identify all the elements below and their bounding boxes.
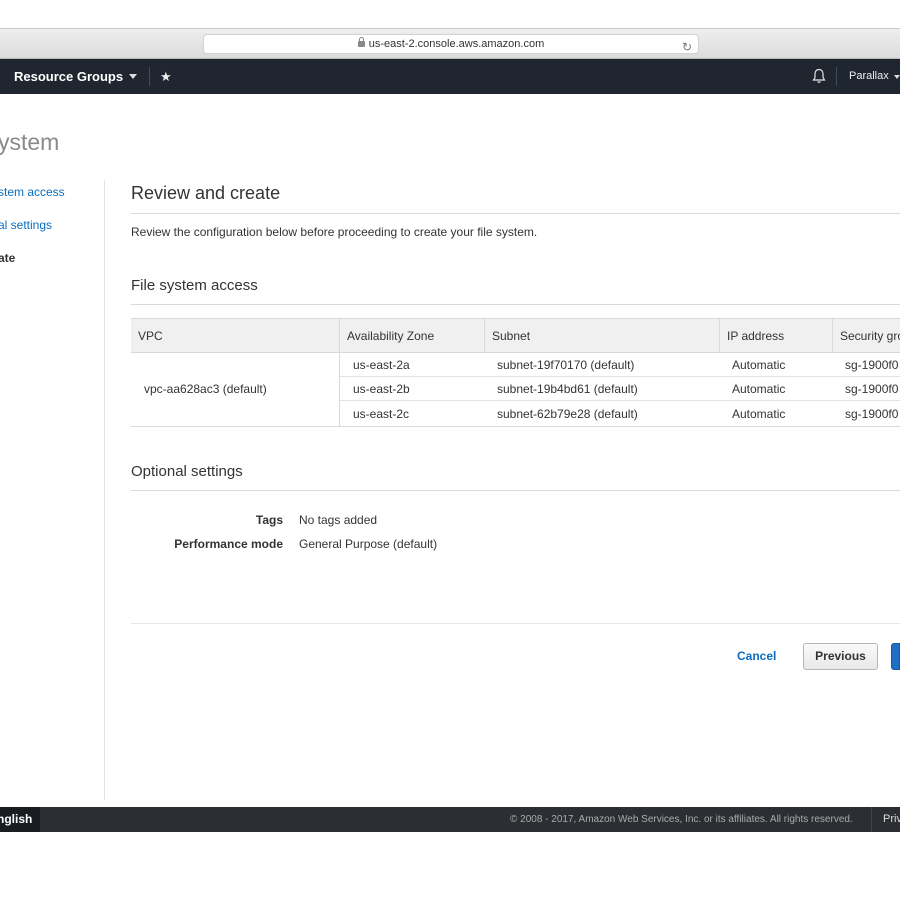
copyright-text: © 2008 - 2017, Amazon Web Services, Inc.… bbox=[510, 814, 853, 825]
footer: nglish © 2008 - 2017, Amazon Web Service… bbox=[0, 807, 900, 832]
security-group-cell: sg-1900f0 bbox=[845, 382, 899, 396]
browser-top-area bbox=[0, 0, 900, 28]
lock-icon bbox=[357, 37, 365, 47]
az-cell: us-east-2c bbox=[353, 407, 410, 421]
divider bbox=[131, 213, 900, 214]
table-row: us-east-2b subnet-19b4bd61 (default) Aut… bbox=[340, 377, 900, 401]
step-review-and-create: ate bbox=[0, 251, 16, 265]
vpc-cell: vpc-aa628ac3 (default) bbox=[131, 353, 340, 426]
table-body: vpc-aa628ac3 (default) us-east-2a subnet… bbox=[131, 353, 900, 427]
review-description: Review the configuration below before pr… bbox=[131, 225, 538, 239]
subnet-cell: subnet-19f70170 (default) bbox=[497, 358, 635, 372]
column-header-availability-zone: Availability Zone bbox=[340, 319, 485, 352]
ip-cell: Automatic bbox=[732, 407, 786, 421]
pin-icon[interactable]: ★ bbox=[160, 59, 172, 94]
table-header: VPC Availability Zone Subnet IP address … bbox=[131, 318, 900, 353]
access-heading: File system access bbox=[131, 277, 258, 294]
az-cell: us-east-2a bbox=[353, 358, 410, 372]
optional-heading: Optional settings bbox=[131, 463, 243, 480]
cancel-button[interactable]: Cancel bbox=[737, 649, 776, 663]
performance-mode-value: General Purpose (default) bbox=[299, 537, 438, 551]
chevron-down-icon[interactable] bbox=[129, 74, 137, 79]
divider bbox=[131, 304, 900, 305]
table-row: us-east-2a subnet-19f70170 (default) Aut… bbox=[340, 353, 900, 377]
review-heading: Review and create bbox=[131, 183, 281, 203]
column-header-subnet: Subnet bbox=[485, 319, 720, 352]
window-shadow-area bbox=[0, 832, 900, 900]
url-text: us-east-2.console.aws.amazon.com bbox=[368, 38, 545, 50]
security-group-cell: sg-1900f0 bbox=[845, 358, 899, 372]
ip-cell: Automatic bbox=[732, 358, 786, 372]
subnet-cell: subnet-19b4bd61 (default) bbox=[497, 382, 638, 396]
previous-button[interactable]: Previous bbox=[803, 643, 878, 670]
aws-top-nav: Resource Groups ★ Parallax bbox=[0, 59, 900, 94]
ip-cell: Automatic bbox=[732, 382, 786, 396]
tags-label: Tags bbox=[255, 513, 283, 527]
page-title: ystem bbox=[0, 129, 60, 155]
performance-mode-label: Performance mode bbox=[174, 537, 283, 551]
privacy-policy-link[interactable]: Priv bbox=[871, 807, 900, 832]
create-file-system-button[interactable] bbox=[891, 643, 900, 670]
column-header-ip-address: IP address bbox=[720, 319, 833, 352]
reload-icon[interactable]: ↻ bbox=[682, 38, 692, 56]
table-row: us-east-2c subnet-62b79e28 (default) Aut… bbox=[340, 402, 900, 426]
az-cell: us-east-2b bbox=[353, 382, 410, 396]
divider bbox=[131, 490, 900, 491]
url-field[interactable]: us-east-2.console.aws.amazon.com ↻ bbox=[203, 34, 699, 54]
tags-value: No tags added bbox=[299, 513, 378, 527]
mount-targets-table: VPC Availability Zone Subnet IP address … bbox=[131, 318, 900, 427]
language-selector[interactable]: nglish bbox=[0, 807, 40, 832]
step-optional-settings[interactable]: al settings bbox=[0, 218, 52, 232]
column-header-vpc: VPC bbox=[131, 319, 340, 352]
wizard-steps: stem access al settings ate bbox=[0, 180, 105, 800]
bell-icon[interactable] bbox=[812, 68, 826, 84]
account-menu[interactable]: Parallax bbox=[849, 59, 889, 94]
column-header-security-groups: Security gro bbox=[840, 329, 900, 343]
browser-toolbar: us-east-2.console.aws.amazon.com ↻ bbox=[0, 28, 900, 59]
security-group-cell: sg-1900f0 bbox=[845, 407, 899, 421]
nav-divider bbox=[836, 67, 837, 86]
resource-groups-menu[interactable]: Resource Groups bbox=[14, 59, 123, 94]
chevron-down-icon[interactable] bbox=[894, 75, 900, 79]
subnet-cell: subnet-62b79e28 (default) bbox=[497, 407, 638, 421]
nav-divider bbox=[149, 67, 150, 86]
step-file-system-access[interactable]: stem access bbox=[0, 185, 65, 199]
divider bbox=[131, 623, 900, 624]
